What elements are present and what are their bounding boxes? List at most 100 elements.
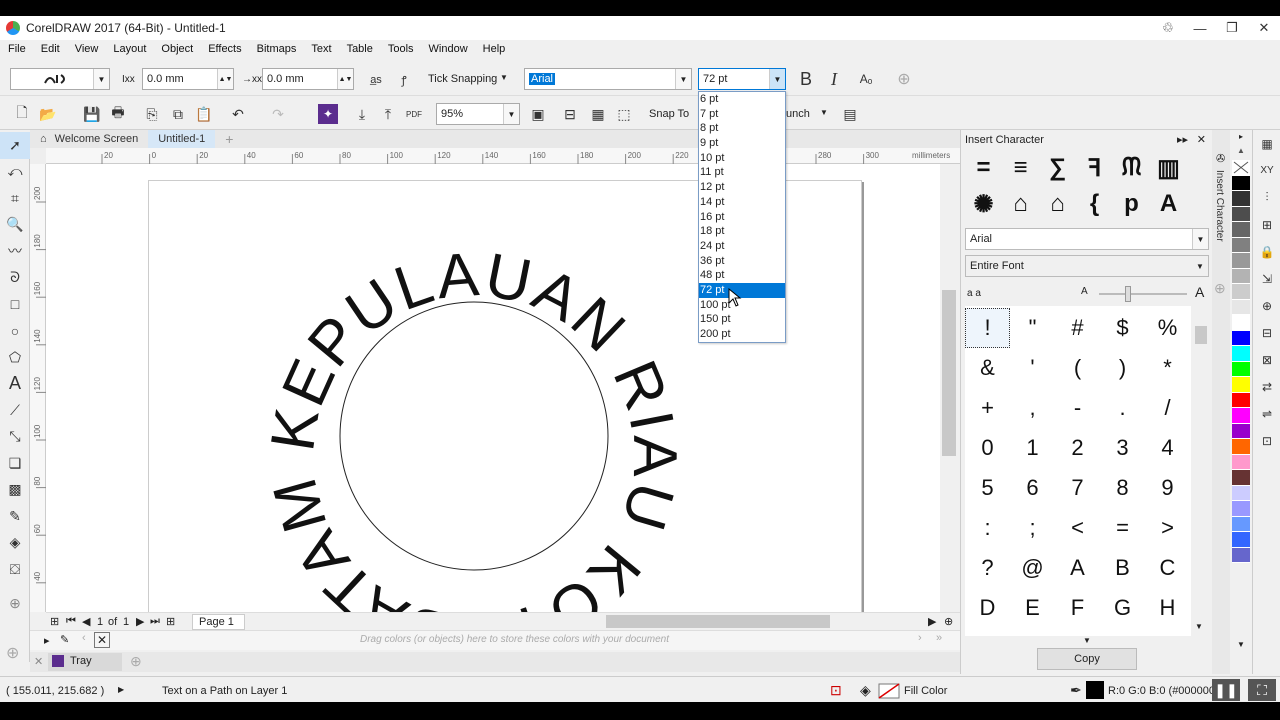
font-size-option[interactable]: 72 pt [699, 282, 785, 298]
color-swatch[interactable] [1232, 206, 1250, 222]
font-size-option[interactable]: 200 pt [699, 327, 785, 342]
tab-welcome-screen[interactable]: ⌂ Welcome Screen [30, 130, 148, 148]
chevron-down-icon[interactable]: ▼ [769, 69, 785, 89]
navigator-icon[interactable]: ⊕ [944, 615, 953, 628]
vertical-scrollbar[interactable] [940, 164, 960, 612]
text-path-preset[interactable]: ▼ [10, 68, 110, 90]
zoom-level[interactable]: 95% ▼ [436, 103, 520, 125]
color-swatch[interactable] [1232, 222, 1250, 238]
recent-glyph[interactable]: ∑ [1039, 150, 1076, 186]
fill-bucket-icon[interactable]: ◈ [860, 682, 871, 699]
character-cell[interactable]: D [965, 588, 1010, 628]
character-cell[interactable]: , [1010, 388, 1055, 428]
cut-icon[interactable]: ⎘ [142, 104, 162, 124]
chevron-down-icon[interactable]: ▼ [1192, 229, 1208, 249]
character-cell[interactable]: 3 [1100, 428, 1145, 468]
recent-glyph[interactable]: A [1150, 186, 1187, 222]
recent-glyph[interactable]: p [1113, 186, 1150, 222]
chevron-down-icon[interactable]: ▼ [93, 69, 109, 89]
zoom-tool-icon[interactable]: 🔍 [0, 212, 30, 239]
palette-scroll-up-icon[interactable]: ▲ [1232, 146, 1250, 160]
character-grid[interactable]: ! " # $% & '() * +, -./ 0 1 2 3 4 5 6 7 8 9:; < = >? @ A B C D E F G H [965, 306, 1191, 636]
shape-tool-icon[interactable]: ⤺ [0, 159, 30, 186]
artistic-media-icon[interactable]: ᘐ [0, 265, 30, 292]
show-guidelines-icon[interactable]: ⬚ [614, 104, 634, 124]
slider-handle[interactable] [1125, 286, 1131, 302]
font-size-option[interactable]: 24 pt [699, 239, 785, 254]
character-cell[interactable]: % [1145, 308, 1190, 348]
character-cell[interactable]: 6 [1010, 468, 1055, 508]
connector-tool-icon[interactable]: ⤡ [0, 424, 30, 451]
combine-icon[interactable]: ⊡ [1253, 427, 1280, 454]
scroll-down-icon[interactable]: ▼ [1195, 622, 1203, 631]
color-swatch[interactable] [1232, 470, 1250, 486]
menu-layout[interactable]: Layout [113, 43, 146, 55]
outline-color-swatch[interactable] [1086, 681, 1104, 699]
font-list[interactable]: Arial ▼ [524, 68, 692, 90]
palette-expand-icon[interactable]: ▸ [44, 634, 50, 647]
offset-input[interactable]: 0.0 mm ▲▼ [262, 68, 354, 90]
font-size-option[interactable]: 11 pt [699, 165, 785, 180]
font-size-option[interactable]: 16 pt [699, 210, 785, 225]
recent-glyph[interactable]: ꟻ [1076, 150, 1113, 186]
color-swatch[interactable] [1232, 299, 1250, 315]
palette-menu-icon[interactable]: ▸ [1232, 132, 1250, 144]
chevron-down-icon[interactable]: ▼ [675, 69, 691, 89]
eyedropper-icon[interactable]: ✎ [60, 633, 69, 646]
recent-glyph[interactable]: ✺ [965, 186, 1002, 222]
first-page-button[interactable]: ⏮ [66, 615, 76, 628]
color-swatch[interactable] [1232, 191, 1250, 207]
font-size-dropdown[interactable]: 6 pt 7 pt 8 pt 9 pt 10 pt 11 pt 12 pt 14 pt 16 p… [698, 91, 786, 343]
character-cell[interactable]: 8 [1100, 468, 1145, 508]
add-docker-icon[interactable]: ⊕ [1214, 280, 1226, 297]
character-cell[interactable]: $ [1100, 308, 1145, 348]
drawing-canvas[interactable]: BATAM KEPULAUAN RIAU KOTA BATAM [46, 164, 940, 612]
drop-shadow-icon[interactable]: ❏ [0, 450, 30, 477]
chevron-down-icon[interactable]: ▼ [500, 73, 508, 82]
import-icon[interactable]: ⤓ [352, 104, 372, 124]
spinner-icon[interactable]: ▲▼ [337, 69, 353, 89]
align-icon[interactable]: ⫶ [1253, 184, 1280, 211]
character-cell[interactable]: ) [1100, 348, 1145, 388]
add-icon[interactable]: ⊕ [6, 643, 19, 663]
menu-edit[interactable]: Edit [41, 43, 60, 55]
character-cell[interactable]: ? [965, 548, 1010, 588]
color-proof-icon[interactable]: ⊡ [830, 682, 842, 699]
text-properties-icon[interactable]: Aₒ [856, 69, 876, 89]
character-cell[interactable]: < [1055, 508, 1100, 548]
character-cell[interactable]: > [1145, 508, 1190, 548]
character-cell[interactable]: ( [1055, 348, 1100, 388]
color-swatch[interactable] [1232, 532, 1250, 548]
character-cell[interactable]: B [1100, 548, 1145, 588]
rectangle-tool-icon[interactable]: □ [0, 291, 30, 318]
font-size-option[interactable]: 100 pt [699, 298, 785, 313]
font-size-option[interactable]: 8 pt [699, 121, 785, 136]
palette-menu-icon[interactable]: » [936, 632, 942, 644]
docker-close-icon[interactable]: ✕ [1197, 133, 1206, 146]
color-swatch[interactable] [1232, 237, 1250, 253]
expand-grid-icon[interactable]: ▼ [1083, 636, 1091, 645]
character-cell[interactable]: 4 [1145, 428, 1190, 468]
character-font-select[interactable]: Arial ▼ [965, 228, 1209, 250]
character-cell[interactable]: - [1055, 388, 1100, 428]
color-swatch[interactable] [1232, 547, 1250, 563]
fullscreen-icon[interactable]: ⛶ [1248, 679, 1276, 701]
scroll-right-icon[interactable]: ▶ [928, 615, 936, 628]
chevron-down-icon[interactable]: ▼ [1192, 256, 1208, 276]
font-size-list[interactable]: 72 pt ▼ [698, 68, 786, 90]
dimension-icon[interactable]: ⇲ [1253, 265, 1280, 292]
color-eyedropper-icon[interactable]: ✎ [0, 503, 30, 530]
first-page-icon[interactable]: ⊞ [50, 615, 59, 628]
font-size-option[interactable]: 6 pt [699, 92, 785, 107]
character-cell[interactable]: F [1055, 588, 1100, 628]
transparency-tool-icon[interactable]: ▩ [0, 477, 30, 504]
recent-glyph[interactable]: ▥ [1150, 150, 1187, 186]
text-tool-icon[interactable]: A [0, 371, 30, 398]
palette-scroll-down-icon[interactable]: ▼ [1232, 640, 1250, 654]
add-tray-icon[interactable]: ⊕ [130, 653, 142, 670]
color-swatch[interactable] [1232, 315, 1250, 331]
recent-glyph[interactable]: { [1076, 186, 1113, 222]
font-size-option[interactable]: 48 pt [699, 268, 785, 283]
copy-button[interactable]: Copy [1037, 648, 1137, 670]
page-tab[interactable]: Page 1 [192, 614, 245, 630]
